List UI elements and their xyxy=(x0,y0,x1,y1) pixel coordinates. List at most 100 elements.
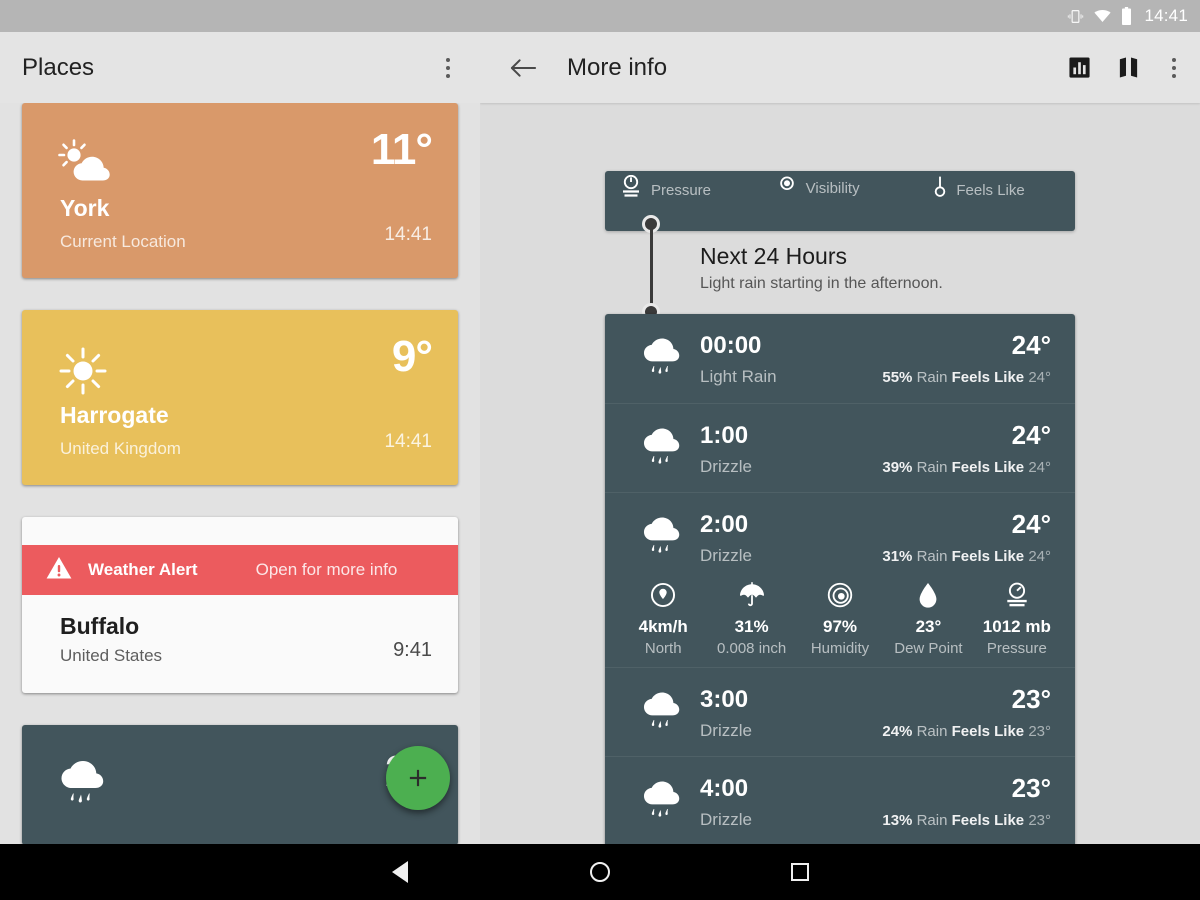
place-local-time: 14:41 xyxy=(384,224,432,245)
dew-drop-icon xyxy=(918,579,938,611)
hour-row[interactable]: 4:00 Drizzle 23° 13% Rain Feels Like 23° xyxy=(605,756,1075,844)
hour-time: 1:00 xyxy=(700,422,749,449)
detail-precipitation: 31% 0.008 inch xyxy=(707,579,795,657)
place-card-harrogate[interactable]: 9° Harrogate United Kingdom 14:41 xyxy=(22,310,458,485)
hour-rain-word: Rain xyxy=(916,369,948,386)
place-name: Harrogate xyxy=(60,402,169,428)
metric-label: Feels Like xyxy=(956,182,1025,199)
visibility-eye-icon xyxy=(776,175,798,202)
hour-detail-grid: 4km/h North 31% 0.008 inch 97% Humidity … xyxy=(605,579,1075,657)
place-temperature: 11° xyxy=(370,125,433,174)
hour-row[interactable]: 3:00 Drizzle 23° 24% Rain Feels Like 23° xyxy=(605,667,1075,756)
place-name: Buffalo xyxy=(60,613,140,639)
detail-label: North xyxy=(644,640,682,657)
hour-condition: Drizzle xyxy=(700,721,752,740)
app-bar-actions xyxy=(1068,54,1182,82)
hour-meta: 39% Rain Feels Like 24° xyxy=(882,459,1051,476)
detail-wind: 4km/h North xyxy=(619,579,707,657)
hour-temperature: 23° xyxy=(1011,684,1051,714)
hour-row[interactable]: 1:00 Drizzle 24° 39% Rain Feels Like 24° xyxy=(605,403,1075,492)
wind-direction-icon xyxy=(650,579,676,611)
places-overflow-button[interactable] xyxy=(440,52,456,84)
hour-rain-chance: 39% xyxy=(882,459,913,476)
hour-row-expanded[interactable]: 2:00 Drizzle 24° 31% Rain Feels Like 24° xyxy=(605,492,1075,667)
detail-label: Humidity xyxy=(810,640,870,657)
circle-home-icon xyxy=(590,862,610,882)
hour-rain-chance: 24% xyxy=(882,723,913,740)
more-info-scroll-area[interactable]: Pressure Visibility Feels Like Next 24 H… xyxy=(480,103,1200,844)
hour-time: 2:00 xyxy=(700,511,749,538)
hour-feels-like-value: 23° xyxy=(1028,723,1051,740)
hour-rain-word: Rain xyxy=(916,812,948,829)
overflow-dot xyxy=(446,65,450,70)
hour-feels-like-label: Feels Like xyxy=(951,548,1025,565)
pressure-gauge-icon xyxy=(619,174,643,206)
alert-title: Weather Alert xyxy=(88,560,198,579)
section-title: Next 24 Hours xyxy=(700,243,848,269)
place-card-buffalo[interactable]: Weather Alert Open for more info Buffalo… xyxy=(22,517,458,693)
status-bar-clock: 14:41 xyxy=(1144,6,1188,25)
screen: 14:41 Places 11° York Current Location 1… xyxy=(0,0,1200,900)
metric-pressure: Pressure xyxy=(605,174,762,206)
detail-label: Dew Point xyxy=(894,640,963,657)
metrics-row: Pressure Visibility Feels Like xyxy=(605,171,1075,231)
hour-condition: Drizzle xyxy=(700,810,752,829)
back-arrow-icon[interactable] xyxy=(510,57,537,79)
detail-value: 1012 mb xyxy=(982,617,1051,636)
hour-meta: 55% Rain Feels Like 24° xyxy=(882,369,1051,386)
plus-icon xyxy=(409,769,427,787)
hour-rain-word: Rain xyxy=(916,723,948,740)
rain-cloud-icon xyxy=(58,761,110,812)
more-info-app-bar: More info xyxy=(480,32,1200,103)
overflow-dot xyxy=(1172,65,1176,70)
rain-cloud-icon xyxy=(641,517,685,562)
hour-condition: Light Rain xyxy=(700,367,777,386)
more-info-overflow-button[interactable] xyxy=(1166,54,1182,82)
triangle-back-icon xyxy=(392,861,408,883)
hour-feels-like-value: 24° xyxy=(1028,548,1051,565)
square-recents-icon xyxy=(791,863,809,881)
place-card-body: 11° York Current Location 14:41 xyxy=(22,103,458,278)
nav-back-button[interactable] xyxy=(300,861,500,883)
hour-temperature: 24° xyxy=(1011,509,1051,539)
hour-feels-like-label: Feels Like xyxy=(951,812,1025,829)
alert-card-body: Buffalo United States 9:41 xyxy=(22,595,458,693)
hour-row[interactable]: 00:00 Light Rain 24° 55% Rain Feels Like… xyxy=(605,314,1075,403)
places-app-bar: Places xyxy=(0,32,480,103)
hour-time: 00:00 xyxy=(700,332,762,359)
weather-alert-banner[interactable]: Weather Alert Open for more info xyxy=(22,545,458,595)
hour-meta: 24% Rain Feels Like 23° xyxy=(882,723,1051,740)
place-name: York xyxy=(60,195,110,221)
alert-action-label[interactable]: Open for more info xyxy=(256,560,398,580)
place-subtitle: United Kingdom xyxy=(60,439,181,458)
detail-label: Pressure xyxy=(986,640,1047,657)
hour-condition: Drizzle xyxy=(700,546,752,565)
rain-cloud-icon xyxy=(641,781,685,826)
thermometer-icon xyxy=(932,175,948,206)
metric-label: Visibility xyxy=(805,180,860,197)
hour-feels-like-value: 24° xyxy=(1028,459,1051,476)
rain-cloud-icon xyxy=(641,692,685,737)
hour-feels-like-label: Feels Like xyxy=(951,369,1025,386)
nav-home-button[interactable] xyxy=(500,862,700,882)
hour-meta: 31% Rain Feels Like 24° xyxy=(882,548,1051,565)
warning-triangle-icon xyxy=(46,556,72,585)
chart-icon[interactable] xyxy=(1068,56,1091,79)
current-metrics-card-partial[interactable]: Pressure Visibility Feels Like xyxy=(605,171,1075,231)
humidity-icon xyxy=(827,579,853,611)
add-place-fab[interactable] xyxy=(386,746,450,810)
nav-recents-button[interactable] xyxy=(700,863,900,881)
alert-card-top-spacer xyxy=(22,517,458,545)
section-subtitle: Light rain starting in the afternoon. xyxy=(700,275,943,292)
map-icon[interactable] xyxy=(1117,56,1140,79)
place-local-time: 14:41 xyxy=(384,431,432,452)
detail-pressure: 1012 mb Pressure xyxy=(973,579,1061,657)
overflow-dot xyxy=(1172,73,1176,78)
place-card-york[interactable]: 11° York Current Location 14:41 xyxy=(22,103,458,278)
page-title: Places xyxy=(22,53,95,81)
timeline-connector-line xyxy=(650,225,653,310)
hour-temperature: 23° xyxy=(1011,773,1051,803)
place-subtitle: Current Location xyxy=(60,232,186,251)
umbrella-icon xyxy=(738,579,766,611)
hour-feels-like-value: 24° xyxy=(1028,369,1051,386)
